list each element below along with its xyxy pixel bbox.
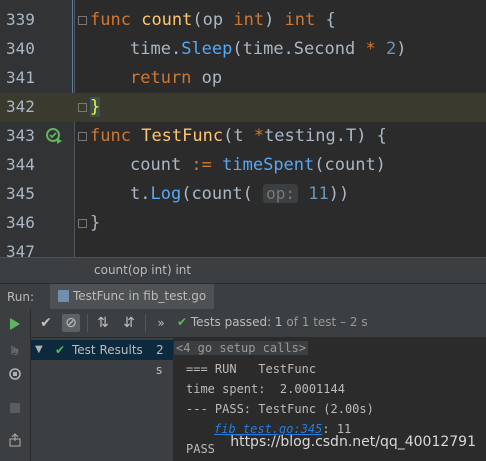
code-text: } [90, 213, 101, 233]
test-duration: 2 s [156, 343, 164, 377]
line-number: 346 [6, 213, 35, 232]
test-status-summary: ✔ Tests passed: 1 of 1 test – 2 s [177, 315, 368, 329]
run-configuration-tab[interactable]: TestFunc in fib_test.go [50, 284, 215, 309]
svg-text:9: 9 [13, 348, 19, 357]
run-test-icon[interactable] [46, 127, 64, 145]
code-line[interactable]: 343 func TestFunc(t *testing.T) { [0, 122, 486, 151]
expand-triangle-icon[interactable]: ▼ [35, 340, 43, 360]
function-signature-tooltip: count(op int) int [86, 258, 200, 282]
code-line[interactable]: 341 return op [0, 64, 486, 93]
fold-toggle-icon[interactable] [78, 219, 87, 228]
current-code-line[interactable]: 342 } [0, 93, 486, 122]
code-line[interactable]: 344 count := timeSpent(count) [0, 151, 486, 180]
code-text: count := timeSpent(count) [130, 155, 386, 175]
line-number: 341 [6, 68, 35, 87]
fold-toggle-icon[interactable] [78, 132, 87, 141]
parameter-hint: op: [263, 184, 298, 203]
code-text: time.Sleep(time.Second * 2) [130, 39, 407, 59]
line-number: 344 [6, 155, 35, 174]
toggle-auto-test-icon[interactable] [8, 367, 22, 381]
stop-icon[interactable] [8, 401, 22, 415]
breadcrumb-bar [0, 257, 486, 284]
test-results-tree[interactable]: ▼ ✔ Test Results 2 s [31, 338, 173, 461]
line-number: 342 [6, 97, 35, 116]
run-panel-header: Run: TestFunc in fib_test.go [0, 283, 486, 309]
test-results-root-row[interactable]: ▼ ✔ Test Results 2 s [31, 340, 173, 377]
code-line[interactable]: 339 func count(op int) int { [0, 6, 486, 35]
sort-alphabetically-icon[interactable]: ⇅ [94, 314, 112, 332]
show-ignored-toggle[interactable]: ⊘ [62, 314, 80, 332]
test-file-icon [58, 290, 69, 302]
more-actions-chevron-icon[interactable]: » [152, 314, 170, 332]
console-line: time spent: 2.0001144 [186, 382, 345, 396]
code-line[interactable]: 345 t.Log(count( op: 11)) [0, 180, 486, 209]
code-line[interactable]: 340 time.Sleep(time.Second * 2) [0, 35, 486, 64]
code-text: return op [130, 68, 223, 88]
fold-toggle-icon[interactable] [78, 16, 87, 25]
test-runner-toolbar: ✔ ⊘ ⇅ ⇵ » ✔ Tests passed: 1 of 1 test – … [31, 309, 486, 338]
setup-calls-fold[interactable]: <4 go setup calls> [174, 341, 309, 355]
line-number: 340 [6, 39, 35, 58]
run-side-toolbar: 9 [0, 309, 31, 461]
rerun-failed-icon[interactable]: 9 [8, 343, 22, 357]
watermark-text: https://blog.csdn.net/qq_40012791 [230, 434, 476, 450]
line-number: 347 [6, 242, 35, 257]
line-number: 339 [6, 10, 35, 29]
console-line: === RUN TestFunc [186, 362, 317, 376]
export-results-icon[interactable] [8, 433, 22, 447]
code-line[interactable]: 347 [0, 238, 486, 257]
code-text: func TestFunc(t *testing.T) { [90, 126, 387, 146]
code-editor[interactable]: 339 func count(op int) int { 340 time.Sl… [0, 0, 486, 257]
console-line: --- PASS: TestFunc (2.00s) [186, 402, 374, 416]
console-line: PASS [186, 442, 215, 456]
tests-passed-check-icon: ✔ [177, 315, 188, 329]
code-line[interactable]: 346 } [0, 209, 486, 238]
run-label: Run: [7, 290, 35, 304]
code-text: } [90, 97, 101, 117]
rerun-icon[interactable] [8, 317, 22, 331]
line-number: 345 [6, 184, 35, 203]
test-results-label: Test Results [72, 343, 143, 357]
show-passed-toggle[interactable]: ✔ [37, 314, 55, 332]
toolbar-separator [87, 314, 88, 332]
line-number: 343 [6, 126, 35, 145]
toolbar-separator [145, 314, 146, 332]
code-text: func count(op int) int { [90, 10, 336, 30]
test-passed-icon: ✔ [55, 343, 66, 357]
code-text: t.Log(count( op: 11)) [130, 184, 350, 204]
fold-toggle-icon[interactable] [78, 103, 87, 112]
sort-by-duration-icon[interactable]: ⇵ [120, 314, 138, 332]
